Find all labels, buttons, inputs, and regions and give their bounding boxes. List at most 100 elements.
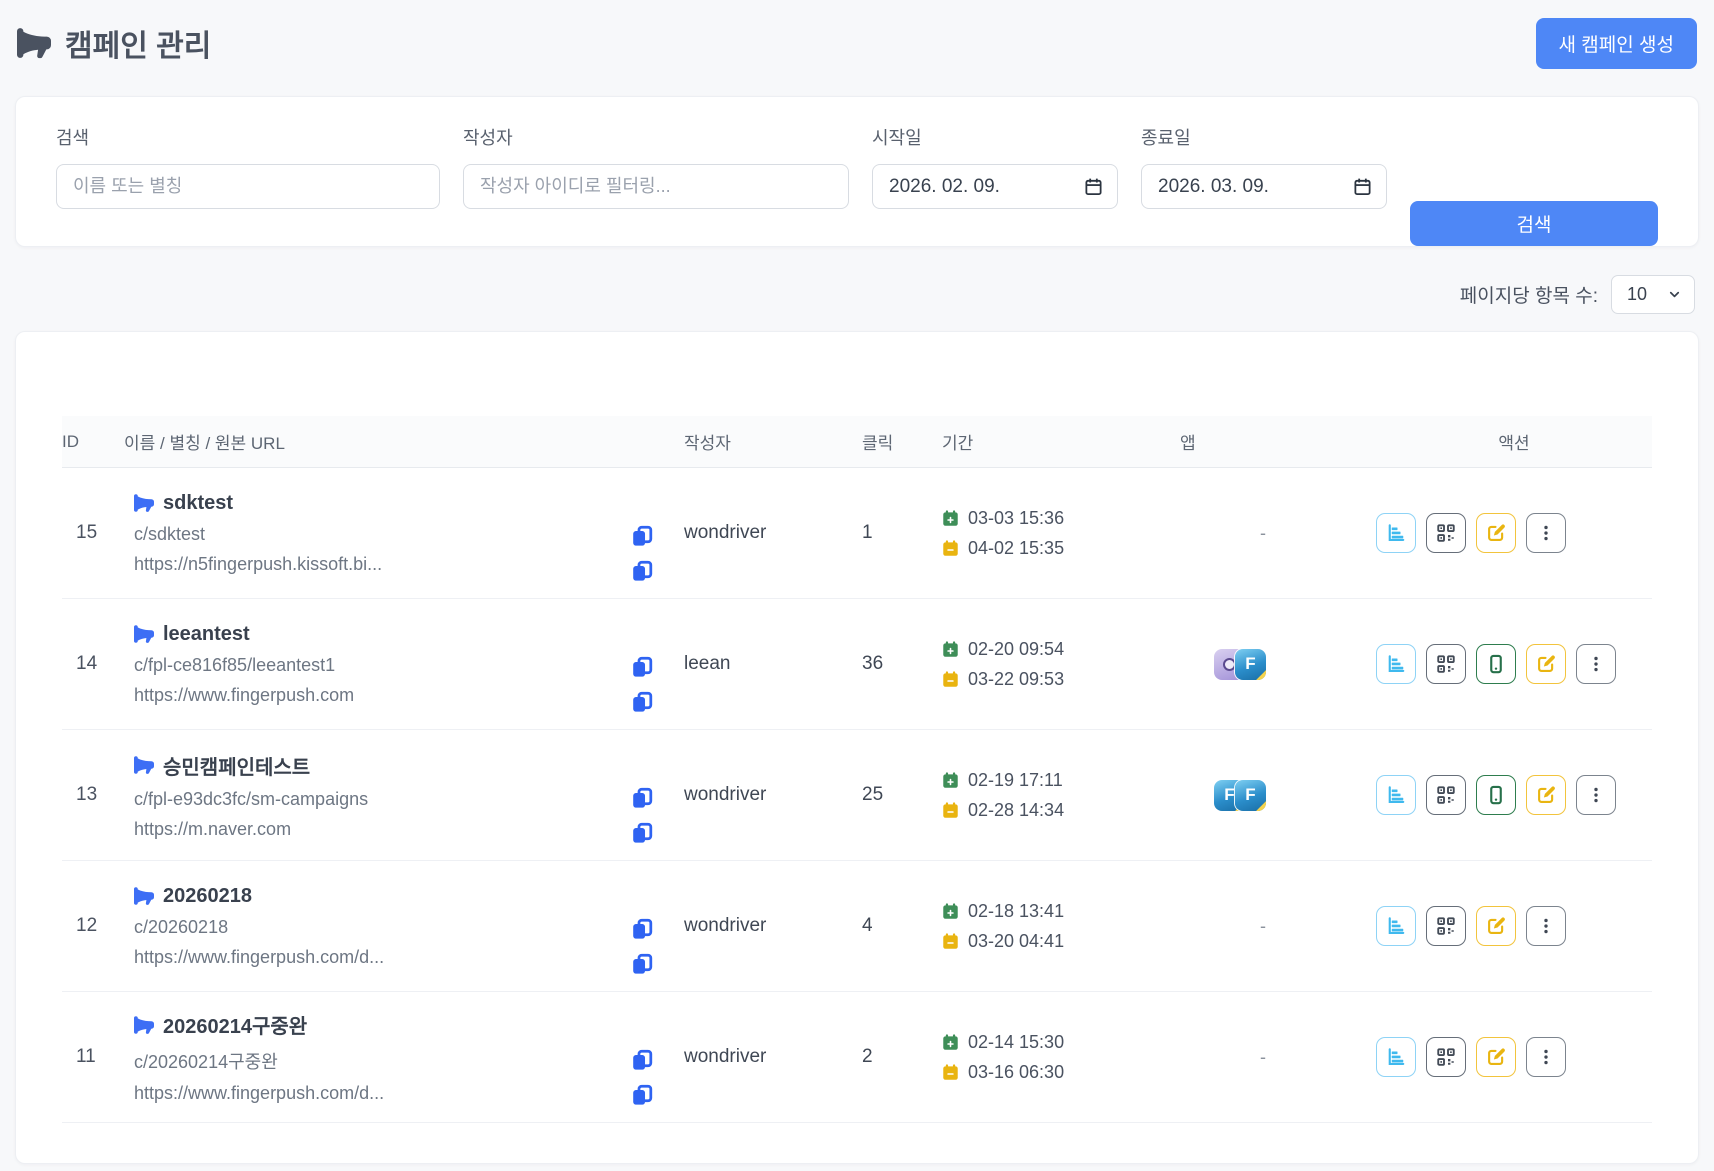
stats-button[interactable] (1376, 1037, 1416, 1077)
end-date-label: 종료일 (1141, 124, 1387, 150)
bar-chart-icon (1386, 523, 1406, 543)
more-actions-button[interactable] (1526, 906, 1566, 946)
copy-alias-button[interactable] (631, 787, 653, 809)
stats-button[interactable] (1376, 906, 1416, 946)
calendar-start-icon (942, 903, 959, 920)
more-actions-button[interactable] (1576, 644, 1616, 684)
col-header-author: 작성자 (684, 429, 862, 454)
copy-url-button[interactable] (631, 953, 653, 975)
col-header-name: 이름 / 별칭 / 원본 URL (124, 429, 684, 454)
per-page-select[interactable]: 10 (1611, 275, 1695, 314)
campaign-author: wondriver (684, 522, 862, 544)
campaign-alias: c/fpl-e93dc3fc/sm-campaigns (134, 789, 623, 810)
edit-pencil-icon (1536, 654, 1556, 674)
col-header-id: ID (62, 432, 124, 452)
campaign-end-date: 04-02 15:35 (968, 538, 1064, 559)
end-date-value: 2026. 03. 09. (1158, 176, 1269, 198)
copy-alias-button[interactable] (631, 525, 653, 547)
per-page-value: 10 (1627, 284, 1647, 305)
copy-alias-button[interactable] (631, 918, 653, 940)
kebab-menu-icon (1537, 524, 1555, 542)
more-actions-button[interactable] (1576, 775, 1616, 815)
table-row: 13 승민캠페인테스트 c/fpl-e93dc3fc/sm-campaigns … (62, 730, 1652, 861)
copy-icon (631, 1084, 653, 1106)
qr-code-button[interactable] (1426, 513, 1466, 553)
table-body: 15 sdktest c/sdktest https://n5fingerpus… (62, 468, 1652, 1123)
calendar-picker-icon (1084, 177, 1103, 196)
edit-button[interactable] (1526, 775, 1566, 815)
edit-pencil-icon (1486, 1047, 1506, 1067)
campaign-url: https://www.fingerpush.com/d... (134, 1083, 623, 1104)
megaphone-icon (17, 26, 51, 60)
campaign-table: ID 이름 / 별칭 / 원본 URL 작성자 클릭 기간 앱 액션 15 (62, 416, 1652, 1123)
table-row: 11 20260214구중완 c/20260214구중완 https://www… (62, 992, 1652, 1123)
edit-button[interactable] (1476, 1037, 1516, 1077)
campaign-end-date: 03-16 06:30 (968, 1062, 1064, 1083)
campaign-start-date: 02-18 13:41 (968, 901, 1064, 922)
per-page-label: 페이지당 항목 수: (1460, 281, 1598, 308)
copy-url-button[interactable] (631, 560, 653, 582)
campaign-url: https://m.naver.com (134, 819, 623, 840)
app-preview-button[interactable] (1476, 644, 1516, 684)
copy-icon (631, 525, 653, 547)
more-actions-button[interactable] (1526, 1037, 1566, 1077)
table-row: 12 20260218 c/20260218 https://www.finge… (62, 861, 1652, 992)
campaign-megaphone-icon (134, 755, 154, 775)
chevron-down-icon (1667, 287, 1682, 302)
campaign-clicks: 25 (862, 784, 942, 806)
qr-code-button[interactable] (1426, 644, 1466, 684)
app-preview-button[interactable] (1476, 775, 1516, 815)
copy-alias-button[interactable] (631, 1049, 653, 1071)
page-title-text: 캠페인 관리 (65, 21, 211, 65)
search-input[interactable] (56, 164, 440, 209)
author-input[interactable] (463, 164, 849, 209)
campaign-name: sdktest (163, 492, 233, 515)
copy-icon (631, 1049, 653, 1071)
stats-button[interactable] (1376, 775, 1416, 815)
table-row: 15 sdktest c/sdktest https://n5fingerpus… (62, 468, 1652, 599)
campaign-megaphone-icon (134, 624, 154, 644)
campaign-id: 15 (62, 522, 124, 544)
col-header-app: 앱 (1180, 429, 1376, 454)
campaign-name: leeantest (163, 623, 250, 646)
end-date-input[interactable]: 2026. 03. 09. (1141, 164, 1387, 209)
start-date-input[interactable]: 2026. 02. 09. (872, 164, 1118, 209)
stats-button[interactable] (1376, 513, 1416, 553)
more-actions-button[interactable] (1526, 513, 1566, 553)
edit-button[interactable] (1526, 644, 1566, 684)
campaign-apps: - (1180, 1047, 1376, 1068)
table-row: 14 leeantest c/fpl-ce816f85/leeantest1 h… (62, 599, 1652, 730)
filter-search-button[interactable]: 검색 (1410, 201, 1658, 246)
campaign-end-date: 03-22 09:53 (968, 669, 1064, 690)
calendar-end-icon (942, 540, 959, 557)
new-campaign-button[interactable]: 새 캠페인 생성 (1536, 18, 1697, 69)
copy-url-button[interactable] (631, 691, 653, 713)
edit-button[interactable] (1476, 513, 1516, 553)
campaign-alias: c/20260214구중완 (134, 1048, 623, 1074)
copy-url-button[interactable] (631, 822, 653, 844)
start-date-value: 2026. 02. 09. (889, 176, 1000, 198)
start-date-label: 시작일 (872, 124, 1118, 150)
calendar-picker-icon (1353, 177, 1372, 196)
stats-button[interactable] (1376, 644, 1416, 684)
campaign-id: 13 (62, 784, 124, 806)
kebab-menu-icon (1587, 786, 1605, 804)
campaign-megaphone-icon (134, 493, 154, 513)
copy-icon (631, 918, 653, 940)
qr-code-icon (1436, 654, 1456, 674)
edit-button[interactable] (1476, 906, 1516, 946)
col-header-actions: 액션 (1376, 429, 1652, 454)
qr-code-button[interactable] (1426, 906, 1466, 946)
search-label: 검색 (56, 124, 440, 150)
calendar-end-icon (942, 802, 959, 819)
page-title: 캠페인 관리 (17, 21, 211, 65)
qr-code-icon (1436, 916, 1456, 936)
qr-code-button[interactable] (1426, 1037, 1466, 1077)
top-bar: 캠페인 관리 새 캠페인 생성 (17, 14, 1697, 72)
smartphone-icon (1486, 785, 1506, 805)
copy-url-button[interactable] (631, 1084, 653, 1106)
bar-chart-icon (1386, 916, 1406, 936)
copy-alias-button[interactable] (631, 656, 653, 678)
qr-code-button[interactable] (1426, 775, 1466, 815)
table-header-row: ID 이름 / 별칭 / 원본 URL 작성자 클릭 기간 앱 액션 (62, 416, 1652, 468)
